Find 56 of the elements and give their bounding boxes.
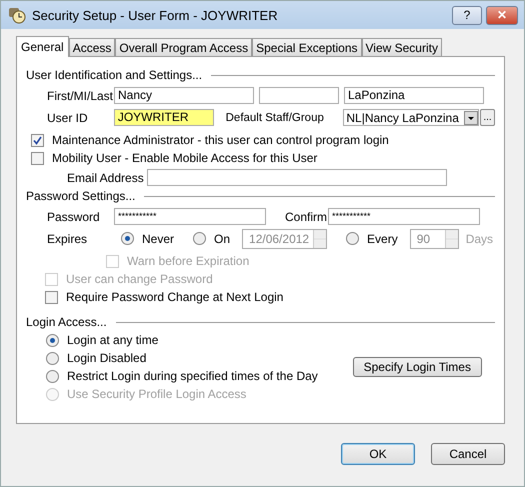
window-title: Security Setup - User Form - JOYWRITER: [32, 8, 279, 22]
radio-button[interactable]: [346, 232, 360, 245]
spinner-icon: [444, 230, 458, 248]
middle-initial-field[interactable]: [259, 87, 339, 104]
specify-login-times-button[interactable]: Specify Login Times: [352, 357, 482, 377]
radio-label: Login Disabled: [67, 351, 146, 365]
checkbox-label: Require Password Change at Next Login: [66, 290, 284, 304]
date-field[interactable]: 12/06/2012: [242, 228, 328, 248]
field-label: First/MI/Last: [47, 88, 114, 102]
field-label: Confirm: [285, 210, 324, 224]
tab[interactable]: Special Exceptions: [252, 38, 362, 56]
confirm-password-field[interactable]: ***********: [328, 208, 480, 225]
radio-button[interactable]: [46, 370, 59, 382]
cancel-button[interactable]: Cancel: [431, 443, 505, 465]
user-id-field[interactable]: JOYWRITER: [114, 109, 214, 126]
radio-button[interactable]: [46, 352, 59, 364]
staff-dropdown[interactable]: NL|Nancy LaPonzina: [343, 109, 480, 126]
first-name-field[interactable]: Nancy: [114, 87, 254, 104]
checkbox[interactable]: [31, 134, 44, 146]
radio-label: Login at any time: [67, 333, 158, 347]
ok-button[interactable]: OK: [341, 443, 415, 465]
browse-button[interactable]: ...: [480, 109, 496, 126]
clock-icon: [8, 6, 26, 24]
checkbox-label: Warn before Expiration: [127, 254, 250, 268]
field-label: Password: [47, 210, 101, 224]
radio-label: Restrict Login during specified times of the Day: [67, 369, 318, 383]
radio-label: On: [214, 232, 230, 246]
spinner-icon: [313, 230, 326, 248]
field-label: Email Address: [67, 170, 145, 184]
tab[interactable]: General: [16, 36, 69, 57]
field-label: Default Staff/Group: [226, 112, 325, 124]
checkbox[interactable]: [31, 152, 44, 164]
checkbox[interactable]: [45, 290, 58, 304]
radio-button[interactable]: [193, 232, 206, 245]
section-heading: Login Access...: [26, 315, 107, 329]
checkbox-label: User can change Password: [66, 272, 213, 286]
section-heading: Password Settings...: [26, 189, 136, 203]
help-button[interactable]: ?: [452, 6, 482, 24]
last-name-field[interactable]: LaPonzina: [344, 87, 484, 104]
email-field[interactable]: [147, 169, 447, 186]
radio-label: Every: [367, 232, 398, 246]
tab[interactable]: View Security: [362, 38, 442, 56]
field-label: User ID: [47, 110, 89, 124]
radio-label: Use Security Profile Login Access: [67, 387, 246, 401]
checkbox-label: Maintenance Administrator - this user can control program login: [52, 133, 389, 147]
tab[interactable]: Access: [68, 38, 116, 56]
section-heading: User Identification and Settings...: [26, 68, 202, 82]
tab[interactable]: Overall Program Access: [115, 38, 252, 56]
days-field[interactable]: 90: [410, 228, 459, 248]
field-label: Expires: [47, 232, 88, 246]
checkbox-label: Mobility User - Enable Mobile Access for this User: [52, 151, 318, 165]
password-field[interactable]: ***********: [114, 208, 266, 225]
radio-button[interactable]: [46, 334, 59, 346]
radio-label: Never: [142, 232, 174, 246]
unit-label: Days: [466, 232, 494, 246]
radio-button[interactable]: [121, 232, 134, 245]
